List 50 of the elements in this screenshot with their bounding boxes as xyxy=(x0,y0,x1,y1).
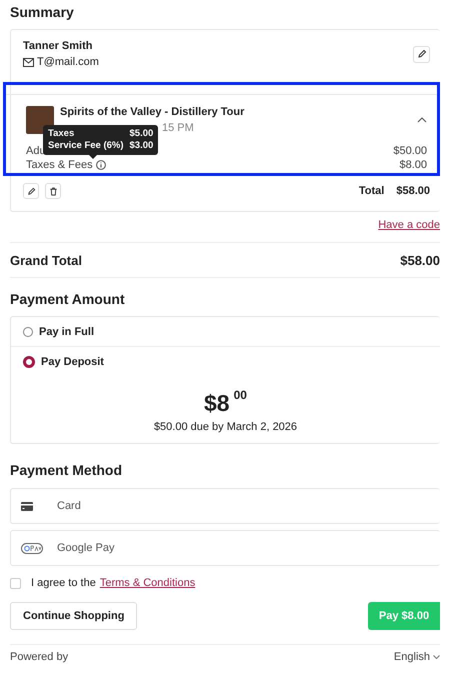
tooltip-amount: $5.00 xyxy=(130,128,154,140)
tooltip-amount: $3.00 xyxy=(130,140,154,152)
checkbox[interactable] xyxy=(10,578,21,588)
radio-button[interactable] xyxy=(23,326,33,336)
line-amount: $8.00 xyxy=(399,158,427,172)
pencil-icon xyxy=(416,49,426,59)
deposit-note: $50.00 due by March 2, 2026 xyxy=(152,421,298,433)
payment-option[interactable]: Pay Deposit $8 $^{00}$ $50.00 due by March 2, 2026 xyxy=(11,346,440,443)
option-label: Pay Deposit xyxy=(41,356,104,368)
payment-method-option[interactable]: Google Pay xyxy=(10,530,440,566)
payment-method-option[interactable]: Card xyxy=(10,488,440,524)
agree-text: I agree to the xyxy=(31,577,96,589)
section-title: Summary xyxy=(10,4,75,20)
powered-by-text: Powered by xyxy=(10,651,68,663)
option-label: Pay in Full xyxy=(39,326,94,338)
grand-total-label: Grand Total xyxy=(10,253,82,268)
language-selector[interactable]: English xyxy=(394,651,430,663)
delete-button[interactable] xyxy=(45,183,61,199)
radio-button[interactable] xyxy=(23,356,35,368)
deposit-cents: 00 xyxy=(234,388,247,402)
deposit-amount: $8 xyxy=(204,390,230,416)
line-label: Taxes & Fees xyxy=(26,158,93,172)
total-amount: $58.00 xyxy=(396,185,430,197)
line-amount: $50.00 xyxy=(393,144,427,158)
customer-email: T@mail.com xyxy=(37,56,99,68)
tooltip-label: Service Fee (6%) xyxy=(48,140,124,152)
chevron-icon xyxy=(433,655,440,659)
continue-shopping-button[interactable]: Continue Shopping xyxy=(10,602,138,630)
trash-icon xyxy=(48,186,58,196)
mail-icon xyxy=(23,58,34,66)
payment-option[interactable]: Pay in Full xyxy=(11,317,440,346)
pencil-icon xyxy=(26,186,36,196)
wallet-pay-icon xyxy=(21,542,43,554)
info-icon[interactable] xyxy=(96,160,106,170)
method-label: Google Pay xyxy=(57,542,114,554)
total-label: Total xyxy=(358,185,384,197)
terms-link[interactable]: Terms & Conditions xyxy=(100,577,196,589)
card-icon xyxy=(21,502,33,510)
edit-button[interactable] xyxy=(413,46,430,62)
section-title: Payment Method xyxy=(10,462,124,478)
have-code-link[interactable]: Have a code xyxy=(378,219,440,231)
tour-title: Spirits of the Valley - Distillery Tour xyxy=(60,106,246,118)
tour-date: 15 PM xyxy=(162,122,194,134)
customer-name: Tanner Smith xyxy=(23,40,94,52)
grand-total-amount: $58.00 xyxy=(400,253,440,268)
section-title: Payment Amount xyxy=(10,291,126,307)
chevron-icon[interactable] xyxy=(417,117,427,123)
edit-button[interactable] xyxy=(23,183,39,199)
tooltip-label: Taxes xyxy=(48,128,74,140)
method-label: Card xyxy=(57,500,81,512)
